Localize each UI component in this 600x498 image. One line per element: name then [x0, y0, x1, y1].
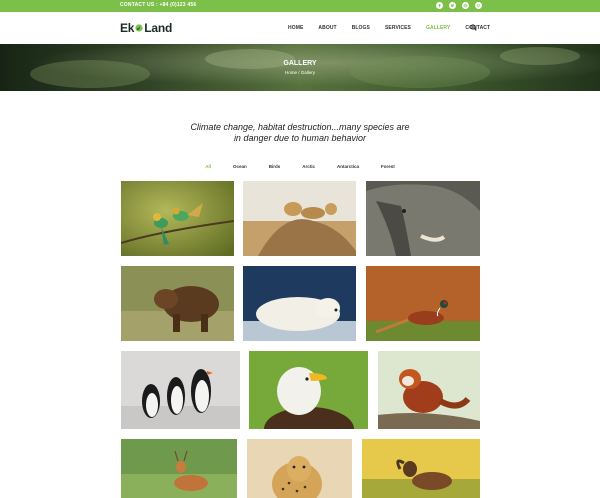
gallery-filters: All Ocean Birds Arctic Antarctica Forest — [0, 164, 600, 169]
social-links — [436, 2, 482, 9]
logo-globe-icon — [135, 24, 143, 32]
nav-gallery[interactable]: GALLERY — [426, 25, 450, 31]
filter-all[interactable]: All — [205, 164, 211, 169]
filter-birds[interactable]: Birds — [269, 164, 281, 169]
nav-home[interactable]: HOME — [288, 25, 303, 31]
filter-ocean[interactable]: Ocean — [233, 164, 247, 169]
nav-about[interactable]: ABOUT — [318, 25, 336, 31]
page-title: GALLERY — [283, 60, 317, 67]
gallery-photo-elephant[interactable] — [366, 181, 480, 256]
contact-phone: CONTACT US : +84 (0)123 456 — [120, 2, 197, 8]
gallery-photo-penguins[interactable] — [121, 351, 240, 429]
logo-text-right: Land — [144, 21, 173, 35]
gallery-photo-mountain-goat[interactable] — [362, 439, 480, 498]
instagram-icon[interactable] — [462, 2, 469, 9]
site-header: Ek Land HOME ABOUT BLOGS SERVICES GALLER… — [0, 12, 600, 44]
filter-arctic[interactable]: Arctic — [302, 164, 315, 169]
hero-background-image — [0, 44, 600, 91]
twitter-icon[interactable] — [449, 2, 456, 9]
gallery-photo-polar-bear[interactable] — [243, 266, 356, 341]
logo-text-left: Ek — [120, 21, 135, 35]
tagline-line-2: in danger due to human behavior — [233, 133, 367, 143]
site-logo[interactable]: Ek Land — [120, 21, 172, 35]
pinterest-icon[interactable] — [475, 2, 482, 9]
gallery-photo-deer[interactable] — [121, 439, 237, 498]
tagline-line-1: Climate change, habitat destruction...ma… — [190, 122, 410, 132]
gallery-photo-brown-bear[interactable] — [121, 266, 234, 341]
gallery-tagline: Climate change, habitat destruction...ma… — [150, 122, 450, 144]
filter-antarctica[interactable]: Antarctica — [337, 164, 359, 169]
gallery-photo-bald-eagle[interactable] — [249, 351, 368, 429]
gallery-photo-lions[interactable] — [243, 181, 356, 256]
filter-forest[interactable]: Forest — [381, 164, 395, 169]
gallery-photo-cheetah[interactable] — [247, 439, 352, 498]
top-bar: CONTACT US : +84 (0)123 456 — [0, 0, 600, 12]
search-icon[interactable] — [470, 24, 477, 31]
main-nav: HOME ABOUT BLOGS SERVICES GALLERY CONTAC… — [288, 24, 505, 31]
gallery-photo-red-panda[interactable] — [378, 351, 480, 429]
breadcrumb: Home / Gallery — [284, 70, 315, 75]
gallery-photo-bee-eaters[interactable] — [121, 181, 234, 256]
nav-blogs[interactable]: BLOGS — [352, 25, 370, 31]
page-hero: GALLERY Home / Gallery — [0, 44, 600, 91]
facebook-icon[interactable] — [436, 2, 443, 9]
gallery-photo-pheasant[interactable] — [366, 266, 480, 341]
nav-services[interactable]: SERVICES — [385, 25, 411, 31]
